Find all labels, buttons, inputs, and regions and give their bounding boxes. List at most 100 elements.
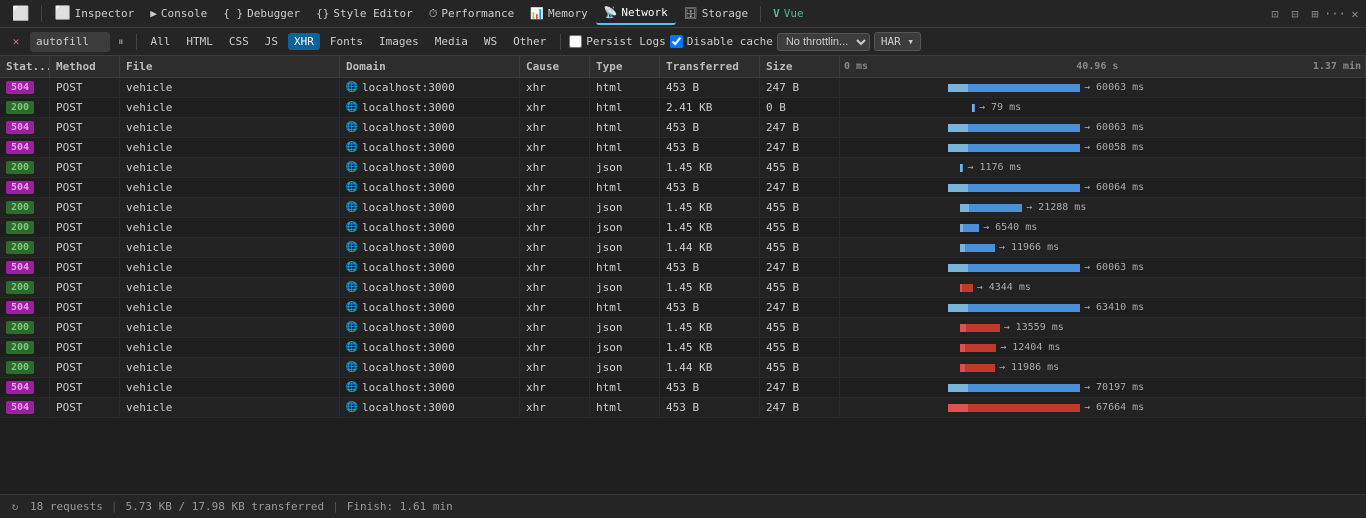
toolbar-style-editor[interactable]: {} Style Editor	[308, 3, 421, 25]
filter-all[interactable]: All	[145, 33, 177, 50]
toolbar-network[interactable]: 📡 Network	[596, 3, 676, 25]
filter-fonts[interactable]: Fonts	[324, 33, 369, 50]
toolbar-storage[interactable]: 🗄 Storage	[676, 3, 756, 25]
td-status: 504	[0, 78, 50, 97]
toolbar-memory[interactable]: 📊 Memory	[522, 3, 595, 25]
td-timeline: → 60063 ms	[840, 258, 1366, 277]
toolbar-inspector[interactable]: ⬜ Inspector	[46, 3, 142, 25]
table-row[interactable]: 200 POST vehicle 🌐localhost:3000 xhr jso…	[0, 158, 1366, 178]
filter-other[interactable]: Other	[507, 33, 552, 50]
more-button[interactable]: ···	[1328, 7, 1342, 21]
table-row[interactable]: 504 POST vehicle 🌐localhost:3000 xhr htm…	[0, 78, 1366, 98]
th-timeline[interactable]: 0 ms 40.96 s 1.37 min	[840, 56, 1366, 77]
separator	[41, 6, 42, 22]
bar-recv	[962, 284, 973, 292]
toolbar-debugger[interactable]: { } Debugger	[215, 3, 308, 25]
close-button[interactable]: ✕	[1348, 7, 1362, 21]
th-size[interactable]: Size	[760, 56, 840, 77]
th-transferred[interactable]: Transferred	[660, 56, 760, 77]
td-transferred: 1.45 KB	[660, 278, 760, 297]
filter-media[interactable]: Media	[429, 33, 474, 50]
disable-cache-text: Disable cache	[687, 35, 773, 48]
th-type[interactable]: Type	[590, 56, 660, 77]
toolbar-window-icon[interactable]: ⬜	[4, 3, 37, 25]
td-type: html	[590, 378, 660, 397]
table-row[interactable]: 504 POST vehicle 🌐localhost:3000 xhr htm…	[0, 398, 1366, 418]
filter-ws[interactable]: WS	[478, 33, 503, 50]
table-row[interactable]: 200 POST vehicle 🌐localhost:3000 xhr jso…	[0, 338, 1366, 358]
td-timeline: → 21288 ms	[840, 198, 1366, 217]
td-file: vehicle	[120, 98, 340, 117]
td-domain: 🌐localhost:3000	[340, 118, 520, 137]
domain-icon: 🌐	[346, 202, 358, 214]
timeline-bar: → 11966 ms	[960, 242, 1359, 254]
td-timeline: → 60058 ms	[840, 138, 1366, 157]
filter-images[interactable]: Images	[373, 33, 425, 50]
toolbar-vue[interactable]: V Vue	[765, 3, 812, 25]
td-size: 247 B	[760, 78, 840, 97]
td-transferred: 1.45 KB	[660, 318, 760, 337]
table-row[interactable]: 200 POST vehicle 🌐localhost:3000 xhr jso…	[0, 238, 1366, 258]
status-badge: 200	[6, 321, 34, 334]
split-button[interactable]: ⊟	[1288, 7, 1302, 21]
td-method: POST	[50, 378, 120, 397]
table-row[interactable]: 504 POST vehicle 🌐localhost:3000 xhr htm…	[0, 378, 1366, 398]
dock-button[interactable]: ⊡	[1268, 7, 1282, 21]
th-domain[interactable]: Domain	[340, 56, 520, 77]
disable-cache-label[interactable]: Disable cache	[670, 35, 773, 48]
memory-label: Memory	[548, 7, 588, 20]
timeline-bar: → 60064 ms	[948, 182, 1359, 194]
finish-time: Finish: 1.61 min	[347, 500, 453, 513]
table-row[interactable]: 200 POST vehicle 🌐localhost:3000 xhr jso…	[0, 318, 1366, 338]
bar-label: → 63410 ms	[1084, 302, 1144, 313]
resize-button[interactable]: ⊞	[1308, 7, 1322, 21]
table-row[interactable]: 504 POST vehicle 🌐localhost:3000 xhr htm…	[0, 118, 1366, 138]
persist-logs-label[interactable]: Persist Logs	[569, 35, 665, 48]
table-row[interactable]: 504 POST vehicle 🌐localhost:3000 xhr htm…	[0, 258, 1366, 278]
th-cause[interactable]: Cause	[520, 56, 590, 77]
domain-icon: 🌐	[346, 282, 358, 294]
filter-js[interactable]: JS	[259, 33, 284, 50]
filter-xhr[interactable]: XHR	[288, 33, 320, 50]
reload-icon[interactable]: ↻	[8, 500, 22, 514]
search-box[interactable]: autofill	[30, 32, 110, 52]
td-file: vehicle	[120, 258, 340, 277]
td-size: 455 B	[760, 278, 840, 297]
toolbar-console[interactable]: ▶ Console	[142, 3, 215, 25]
throttle-select[interactable]: No throttlin...	[777, 33, 870, 51]
table-row[interactable]: 504 POST vehicle 🌐localhost:3000 xhr htm…	[0, 298, 1366, 318]
har-button[interactable]: HAR ▾	[874, 32, 921, 51]
table-row[interactable]: 200 POST vehicle 🌐localhost:3000 xhr jso…	[0, 358, 1366, 378]
th-method[interactable]: Method	[50, 56, 120, 77]
filter-html[interactable]: HTML	[180, 33, 219, 50]
table-row[interactable]: 200 POST vehicle 🌐localhost:3000 xhr jso…	[0, 218, 1366, 238]
timeline-start: 0 ms	[844, 61, 868, 72]
style-editor-icon: {}	[316, 7, 329, 20]
domain-icon: 🌐	[346, 162, 358, 174]
table-row[interactable]: 504 POST vehicle 🌐localhost:3000 xhr htm…	[0, 178, 1366, 198]
persist-logs-checkbox[interactable]	[569, 35, 582, 48]
bar-label: → 1176 ms	[967, 162, 1021, 173]
table-row[interactable]: 504 POST vehicle 🌐localhost:3000 xhr htm…	[0, 138, 1366, 158]
th-status[interactable]: Stat...	[0, 56, 50, 77]
filter-css[interactable]: CSS	[223, 33, 255, 50]
td-cause: xhr	[520, 118, 590, 137]
th-file[interactable]: File	[120, 56, 340, 77]
disable-cache-checkbox[interactable]	[670, 35, 683, 48]
timeline-bar: → 4344 ms	[960, 282, 1359, 294]
timeline-bar: → 11986 ms	[960, 362, 1359, 374]
pause-button[interactable]: ⏸	[114, 35, 128, 49]
td-cause: xhr	[520, 138, 590, 157]
clear-button[interactable]: ✕	[6, 32, 26, 52]
bar-recv	[966, 324, 1000, 332]
domain-icon: 🌐	[346, 342, 358, 354]
table-row[interactable]: 200 POST vehicle 🌐localhost:3000 xhr jso…	[0, 198, 1366, 218]
table-row[interactable]: 200 POST vehicle 🌐localhost:3000 xhr jso…	[0, 278, 1366, 298]
inspector-icon: ⬜	[54, 6, 70, 21]
toolbar-performance[interactable]: ⏱ Performance	[421, 3, 522, 25]
table-row[interactable]: 200 POST vehicle 🌐localhost:3000 xhr htm…	[0, 98, 1366, 118]
timeline-bar: → 12404 ms	[960, 342, 1359, 354]
timeline-bar: → 1176 ms	[960, 162, 1359, 174]
bar-wait	[960, 204, 969, 212]
timeline-mid: 40.96 s	[1076, 61, 1118, 72]
